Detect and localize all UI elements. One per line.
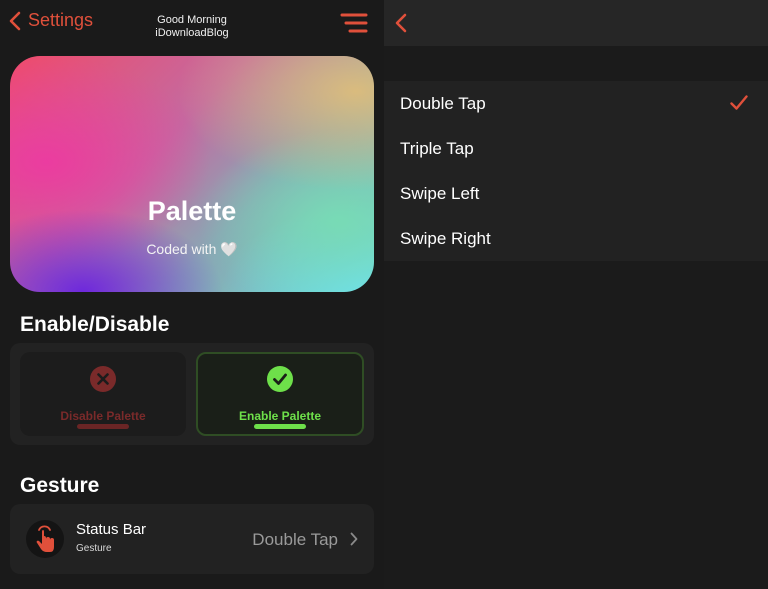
option-triple-tap[interactable]: Triple Tap	[384, 126, 768, 171]
check-circle-icon	[267, 366, 293, 392]
enable-indicator-bar	[254, 424, 306, 429]
settings-back-button[interactable]: Settings	[8, 10, 93, 31]
tap-hand-icon	[26, 520, 64, 558]
option-label: Double Tap	[400, 94, 486, 113]
left-navbar: Settings Good Morning iDownloadBlog	[0, 0, 384, 46]
option-label: Swipe Right	[400, 229, 491, 248]
gesture-heading: Gesture	[20, 474, 100, 497]
enable-disable-toggle: Disable Palette Enable Palette	[10, 343, 374, 445]
hero-title: Palette	[147, 196, 237, 226]
option-label: Swipe Left	[400, 184, 480, 203]
checkmark-icon	[730, 95, 748, 110]
gesture-picker-pane: Double Tap Triple Tap Swipe Left Swipe R…	[384, 0, 768, 589]
palette-hero-card: Palette Coded with 🤍	[10, 56, 374, 292]
back-label: Settings	[28, 10, 94, 30]
chevron-right-icon	[350, 532, 358, 546]
gesture-sublabel: Gesture	[76, 543, 112, 554]
greeting-line1: Good Morning	[157, 14, 227, 26]
status-bar-label: Status Bar	[76, 521, 147, 538]
chevron-left-icon	[9, 11, 21, 30]
option-swipe-left[interactable]: Swipe Left	[384, 171, 768, 216]
greeting-line2: iDownloadBlog	[155, 27, 229, 39]
menu-lines-icon[interactable]	[340, 12, 368, 34]
gesture-current-value: Double Tap	[252, 530, 338, 549]
right-navbar	[384, 0, 768, 46]
enable-disable-heading: Enable/Disable	[20, 313, 170, 336]
chevron-left-icon[interactable]	[394, 12, 408, 34]
option-swipe-right[interactable]: Swipe Right	[384, 216, 768, 261]
x-circle-icon	[90, 366, 116, 392]
hero-subtitle: Coded with 🤍	[146, 241, 238, 257]
disable-palette-label: Disable Palette	[60, 409, 146, 423]
status-bar-gesture-row[interactable]: Status Bar Gesture Double Tap	[10, 504, 374, 574]
option-double-tap[interactable]: Double Tap	[384, 81, 768, 126]
option-label: Triple Tap	[400, 139, 474, 158]
greeting: Good Morning iDownloadBlog	[136, 14, 248, 40]
settings-pane: Settings Good Morning iDownloadBlog Pale…	[0, 0, 384, 589]
disable-palette-button[interactable]: Disable Palette	[20, 352, 186, 436]
enable-palette-button[interactable]: Enable Palette	[196, 352, 364, 436]
disable-indicator-bar	[77, 424, 129, 429]
gesture-options-list: Double Tap Triple Tap Swipe Left Swipe R…	[384, 81, 768, 261]
enable-palette-label: Enable Palette	[238, 409, 322, 423]
